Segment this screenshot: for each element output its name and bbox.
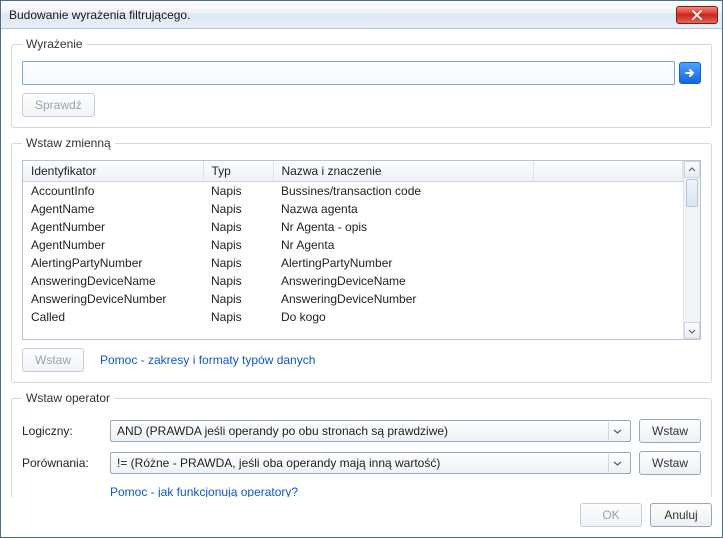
chevron-up-icon [688, 166, 696, 174]
logical-label: Logiczny: [22, 424, 102, 438]
logical-operator-select[interactable]: AND (PRAWDA jeśli operandy po obu strona… [110, 420, 631, 442]
operators-help-link[interactable]: Pomoc - jak funkcjonują operatory? [110, 485, 298, 497]
table-row[interactable]: AgentNumberNapisNr Agenta - opis [23, 218, 683, 236]
cancel-button[interactable]: Anuluj [650, 503, 712, 527]
insert-variable-button[interactable]: Wstaw [22, 348, 84, 372]
variables-table: Identyfikator Typ Nazwa i znaczenie Acco… [23, 161, 683, 326]
compare-operator-value: != (Różne - PRAWDA, jeśli oba operandy m… [117, 456, 608, 470]
expression-input[interactable] [22, 61, 675, 85]
logical-dropdown-toggle[interactable] [608, 422, 626, 440]
arrow-right-icon [684, 67, 696, 79]
compare-operator-row: Porównania: != (Różne - PRAWDA, jeśli ob… [22, 451, 701, 475]
operators-legend: Wstaw operator [22, 391, 114, 405]
check-button[interactable]: Sprawdź [22, 93, 95, 117]
operators-group: Wstaw operator Logiczny: AND (PRAWDA jeś… [11, 391, 712, 497]
table-row[interactable]: AnsweringDeviceNameNapisAnsweringDeviceN… [23, 272, 683, 290]
col-desc[interactable]: Nazwa i znaczenie [273, 161, 533, 182]
ok-button[interactable]: OK [580, 503, 642, 527]
expression-check-row: Sprawdź [22, 93, 701, 117]
variables-table-wrap: Identyfikator Typ Nazwa i znaczenie Acco… [22, 160, 701, 340]
table-row[interactable]: AlertingPartyNumberNapisAlertingPartyNum… [23, 254, 683, 272]
expression-legend: Wyrażenie [22, 37, 87, 51]
chevron-down-icon [613, 427, 622, 436]
chevron-down-icon [613, 459, 622, 468]
table-row[interactable]: AnsweringDeviceNumberNapisAnsweringDevic… [23, 290, 683, 308]
variables-table-scroll[interactable]: Identyfikator Typ Nazwa i znaczenie Acco… [23, 161, 683, 339]
scroll-thumb[interactable] [686, 179, 698, 207]
close-button[interactable] [676, 6, 718, 24]
content-area: Wyrażenie Sprawdź Wstaw zmienną [1, 29, 722, 497]
table-row[interactable]: AgentNameNapisNazwa agenta [23, 200, 683, 218]
col-type[interactable]: Typ [203, 161, 273, 182]
compare-operator-select[interactable]: != (Różne - PRAWDA, jeśli oba operandy m… [110, 452, 631, 474]
close-icon [692, 10, 702, 20]
table-row[interactable]: CalledNapisDo kogo [23, 308, 683, 326]
variables-actions: Wstaw Pomoc - zakresy i formaty typów da… [22, 348, 701, 372]
compare-label: Porównania: [22, 456, 102, 470]
logical-operator-row: Logiczny: AND (PRAWDA jeśli operandy po … [22, 419, 701, 443]
expression-submit-button[interactable] [679, 62, 701, 84]
variables-group: Wstaw zmienną Identyfikator Typ Nazwa i … [11, 136, 712, 383]
table-row[interactable]: AccountInfoNapisBussines/transaction cod… [23, 182, 683, 201]
window-title: Budowanie wyrażenia filtrującego. [9, 8, 676, 22]
dialog-window: Budowanie wyrażenia filtrującego. Wyraże… [0, 0, 723, 538]
variables-thead: Identyfikator Typ Nazwa i znaczenie [23, 161, 683, 182]
expression-group: Wyrażenie Sprawdź [11, 37, 712, 128]
dialog-footer: OK Anuluj [1, 497, 722, 537]
logical-operator-value: AND (PRAWDA jeśli operandy po obu strona… [117, 424, 608, 438]
scroll-up-button[interactable] [684, 161, 700, 178]
chevron-down-icon [688, 327, 696, 335]
expression-row [22, 61, 701, 85]
scroll-down-button[interactable] [684, 322, 700, 339]
insert-logical-button[interactable]: Wstaw [639, 419, 701, 443]
operators-help-row: Pomoc - jak funkcjonują operatory? [22, 485, 701, 497]
variables-help-link[interactable]: Pomoc - zakresy i formaty typów danych [100, 353, 315, 367]
col-spacer [533, 161, 683, 182]
table-row[interactable]: AgentNumberNapisNr Agenta [23, 236, 683, 254]
titlebar: Budowanie wyrażenia filtrującego. [1, 1, 722, 29]
variables-legend: Wstaw zmienną [22, 136, 115, 150]
insert-compare-button[interactable]: Wstaw [639, 451, 701, 475]
compare-dropdown-toggle[interactable] [608, 454, 626, 472]
col-identifier[interactable]: Identyfikator [23, 161, 203, 182]
variables-tbody: AccountInfoNapisBussines/transaction cod… [23, 182, 683, 327]
vertical-scrollbar[interactable] [683, 161, 700, 339]
